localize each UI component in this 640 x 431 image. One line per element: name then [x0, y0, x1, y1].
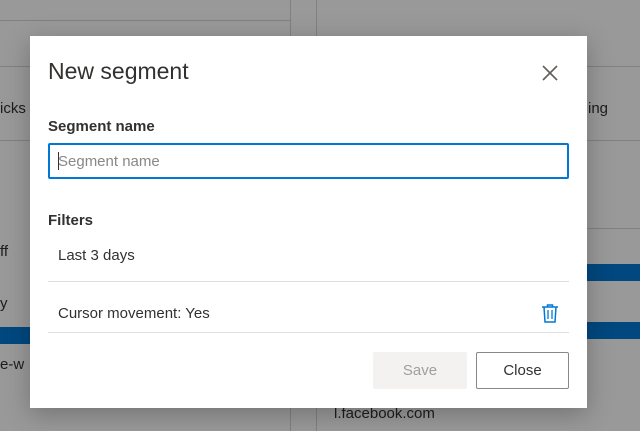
- filter-item: Cursor movement: Yes: [48, 283, 569, 333]
- filters-label: Filters: [48, 212, 94, 229]
- close-dialog-button[interactable]: [539, 62, 561, 84]
- close-icon: [542, 65, 558, 81]
- filter-label: Last 3 days: [58, 247, 135, 264]
- filter-label: Cursor movement: Yes: [58, 305, 210, 322]
- segment-name-input[interactable]: [48, 143, 569, 179]
- save-button[interactable]: Save: [373, 352, 467, 389]
- new-segment-dialog: New segment Segment name Filters Last 3 …: [30, 36, 587, 408]
- dialog-title: New segment: [48, 58, 189, 84]
- filter-item: Last 3 days: [48, 232, 569, 282]
- delete-filter-button[interactable]: [541, 303, 559, 323]
- trash-icon: [542, 304, 558, 323]
- text-caret: [58, 152, 59, 170]
- segment-name-label: Segment name: [48, 118, 155, 135]
- close-button[interactable]: Close: [476, 352, 569, 389]
